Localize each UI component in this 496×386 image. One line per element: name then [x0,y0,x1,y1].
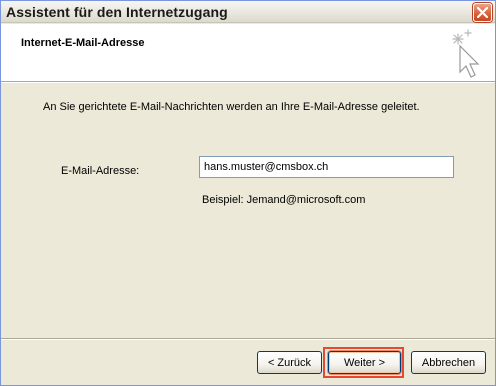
email-label: E-Mail-Adresse: [61,165,140,177]
close-button[interactable] [473,3,492,22]
wizard-header: Internet-E-Mail-Adresse [1,24,495,81]
example-text: Beispiel: Jemand@microsoft.com [202,194,366,206]
intro-text: An Sie gerichtete E-Mail-Nachrichten wer… [43,101,420,113]
back-button[interactable]: < Zurück [257,351,322,374]
window-title: Assistent für den Internetzugang [6,4,228,20]
close-icon [477,7,488,18]
title-bar[interactable]: Assistent für den Internetzugang [1,1,495,23]
wizard-window: Assistent für den Internetzugang Interne… [0,0,496,386]
wizard-cursor-icon [452,29,480,78]
next-button[interactable]: Weiter > [328,351,401,374]
cancel-button[interactable]: Abbrechen [411,351,486,374]
page-title: Internet-E-Mail-Adresse [21,37,145,49]
email-field[interactable] [199,156,454,178]
